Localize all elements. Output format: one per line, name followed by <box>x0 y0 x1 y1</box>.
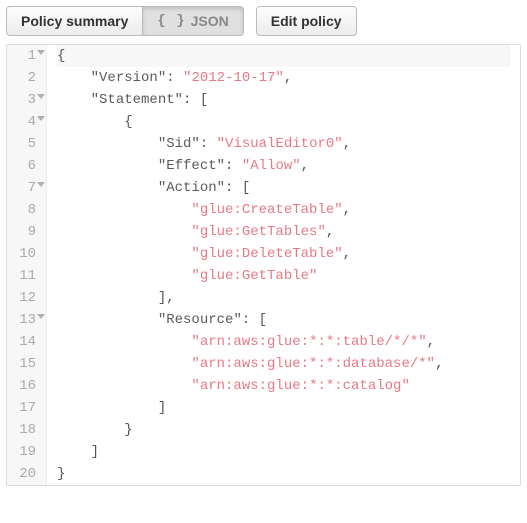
code-line[interactable]: "arn:aws:glue:*:*:database/*", <box>57 353 510 375</box>
json-editor[interactable]: 1234567891011121314151617181920 { "Versi… <box>6 44 521 486</box>
token-str: "Allow" <box>242 158 301 174</box>
tab-row: Policy summary { } JSON Edit policy <box>6 6 521 36</box>
token-str: "arn:aws:glue:*:*:catalog" <box>191 378 409 394</box>
tab-label: JSON <box>191 13 229 29</box>
code-line[interactable]: "Statement": [ <box>57 89 510 111</box>
fold-marker-icon[interactable] <box>37 182 45 187</box>
code-line[interactable]: "Version": "2012-10-17", <box>57 67 510 89</box>
token-punct: ] <box>158 400 166 416</box>
code-line[interactable]: "Action": [ <box>57 177 510 199</box>
code-line[interactable]: "Sid": "VisualEditor0", <box>57 133 510 155</box>
gutter-line: 2 <box>13 67 36 89</box>
braces-icon: { } <box>157 13 185 29</box>
code-line[interactable]: ], <box>57 287 510 309</box>
token-punct: , <box>435 356 443 372</box>
token-punct: ], <box>158 290 175 306</box>
token-punct: , <box>343 136 351 152</box>
edit-policy-button[interactable]: Edit policy <box>256 6 357 36</box>
code-line[interactable]: "arn:aws:glue:*:*:catalog" <box>57 375 510 397</box>
gutter-line: 16 <box>13 375 36 397</box>
gutter-line: 6 <box>13 155 36 177</box>
gutter-line: 20 <box>13 463 36 485</box>
gutter-line: 11 <box>13 265 36 287</box>
token-str: "VisualEditor0" <box>217 136 343 152</box>
editor-gutter: 1234567891011121314151617181920 <box>7 45 47 485</box>
tab-policy-summary[interactable]: Policy summary <box>6 6 143 36</box>
token-key: "Effect" <box>158 158 225 174</box>
token-str: "glue:CreateTable" <box>191 202 342 218</box>
token-punct: : <box>225 158 242 174</box>
token-punct: : <box>200 136 217 152</box>
code-line[interactable]: "arn:aws:glue:*:*:table/*/*", <box>57 331 510 353</box>
code-line[interactable]: "glue:GetTables", <box>57 221 510 243</box>
gutter-line: 18 <box>13 419 36 441</box>
gutter-line: 19 <box>13 441 36 463</box>
token-str: "arn:aws:glue:*:*:table/*/*" <box>191 334 426 350</box>
code-line[interactable]: } <box>57 463 510 485</box>
code-line[interactable]: "Resource": [ <box>57 309 510 331</box>
token-key: "Statement" <box>91 92 183 108</box>
button-label: Edit policy <box>271 13 342 29</box>
token-punct: : [ <box>225 180 250 196</box>
token-key: "Sid" <box>158 136 200 152</box>
gutter-line: 15 <box>13 353 36 375</box>
token-punct: } <box>57 466 65 482</box>
token-punct: { <box>124 114 132 130</box>
token-str: "arn:aws:glue:*:*:database/*" <box>191 356 435 372</box>
code-line[interactable]: } <box>57 419 510 441</box>
token-str: "glue:GetTables" <box>191 224 325 240</box>
gutter-line: 13 <box>13 309 36 331</box>
token-punct: , <box>301 158 309 174</box>
gutter-line: 10 <box>13 243 36 265</box>
tab-json[interactable]: { } JSON <box>143 6 243 36</box>
token-punct: } <box>124 422 132 438</box>
fold-marker-icon[interactable] <box>37 94 45 99</box>
code-line[interactable]: "Effect": "Allow", <box>57 155 510 177</box>
gutter-line: 3 <box>13 89 36 111</box>
token-str: "glue:DeleteTable" <box>191 246 342 262</box>
gutter-line: 12 <box>13 287 36 309</box>
fold-marker-icon[interactable] <box>37 50 45 55</box>
code-line[interactable]: { <box>57 45 510 67</box>
code-line[interactable]: "glue:CreateTable", <box>57 199 510 221</box>
token-punct: : [ <box>242 312 267 328</box>
token-punct: : [ <box>183 92 208 108</box>
token-punct: , <box>427 334 435 350</box>
fold-marker-icon[interactable] <box>37 116 45 121</box>
editor-code[interactable]: { "Version": "2012-10-17", "Statement": … <box>47 45 520 485</box>
token-key: "Action" <box>158 180 225 196</box>
code-line[interactable]: "glue:DeleteTable", <box>57 243 510 265</box>
tab-label: Policy summary <box>21 13 128 29</box>
token-punct: : <box>166 70 183 86</box>
gutter-line: 7 <box>13 177 36 199</box>
code-line[interactable]: ] <box>57 397 510 419</box>
code-line[interactable]: "glue:GetTable" <box>57 265 510 287</box>
token-punct: , <box>343 202 351 218</box>
gutter-line: 9 <box>13 221 36 243</box>
gutter-line: 5 <box>13 133 36 155</box>
token-punct: { <box>57 48 65 64</box>
code-line[interactable]: ] <box>57 441 510 463</box>
gutter-line: 14 <box>13 331 36 353</box>
token-punct: , <box>343 246 351 262</box>
fold-marker-icon[interactable] <box>37 314 45 319</box>
token-punct: , <box>326 224 334 240</box>
token-str: "glue:GetTable" <box>191 268 317 284</box>
gutter-line: 17 <box>13 397 36 419</box>
token-key: "Version" <box>91 70 167 86</box>
gutter-line: 4 <box>13 111 36 133</box>
code-line[interactable]: { <box>57 111 510 133</box>
token-punct: ] <box>91 444 99 460</box>
token-key: "Resource" <box>158 312 242 328</box>
gutter-line: 8 <box>13 199 36 221</box>
gutter-line: 1 <box>13 45 36 67</box>
token-punct: , <box>284 70 292 86</box>
token-str: "2012-10-17" <box>183 70 284 86</box>
